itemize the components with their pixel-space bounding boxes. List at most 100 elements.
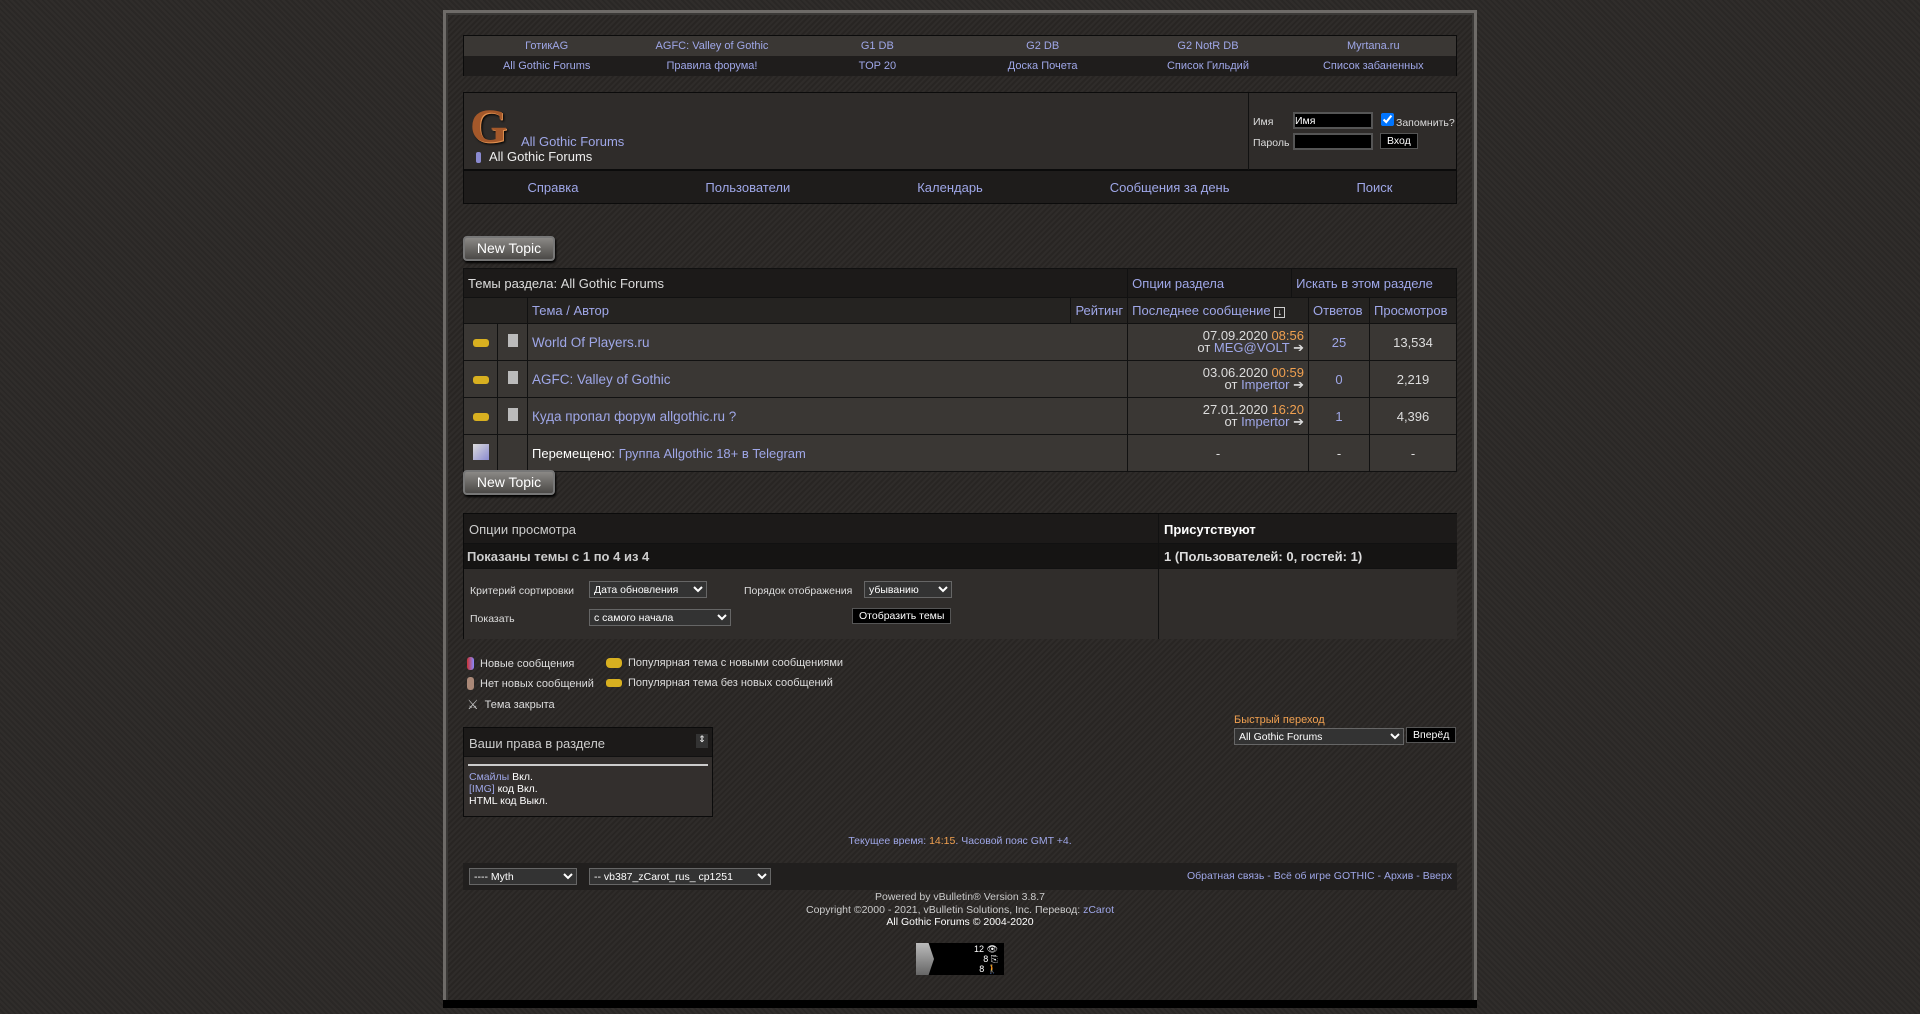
archive-link[interactable]: Архив bbox=[1384, 870, 1413, 882]
moved-prefix: Перемещено: bbox=[532, 445, 616, 461]
breadcrumb: All Gothic Forums bbox=[489, 149, 593, 164]
present-title: Присутствуют bbox=[1159, 514, 1457, 544]
thread-row: Куда пропал форум allgothic.ru ? 27.01.2… bbox=[463, 397, 1457, 435]
last-post-author[interactable]: Impertor bbox=[1241, 377, 1289, 392]
sort-select[interactable]: Дата обновления bbox=[589, 581, 707, 598]
moved-thread-title[interactable]: Группа Allgothic 18+ в Telegram bbox=[619, 446, 806, 461]
html-value: HTML код Выкл. bbox=[469, 795, 548, 807]
nav-guilds[interactable]: Список Гильдий bbox=[1125, 60, 1290, 72]
footer-bar: ---- Myth -- vb387_zCarot_rus_ cp1251 Об… bbox=[463, 863, 1457, 890]
about-gothic-link[interactable]: Всё об игре GOTHIC bbox=[1274, 870, 1375, 882]
thread-row: AGFC: Valley of Gothic 03.06.2020 00:59 о… bbox=[463, 360, 1457, 398]
thread-title[interactable]: AGFC: Valley of Gothic bbox=[526, 360, 1129, 398]
threads-title: Темы раздела: All Gothic Forums bbox=[462, 268, 1129, 298]
legend-hot-new: Популярная тема с новыми сообщениями bbox=[606, 657, 843, 669]
nav-g2db[interactable]: G2 DB bbox=[960, 40, 1125, 52]
views-count: 2,219 bbox=[1369, 360, 1457, 398]
counter-views: 12 bbox=[974, 944, 985, 954]
goto-last-post-icon[interactable]: ➔ bbox=[1293, 340, 1304, 355]
hot-thread-icon bbox=[472, 375, 489, 384]
replies-count[interactable]: 1 bbox=[1308, 397, 1370, 435]
new-topic-button[interactable]: New Topic bbox=[463, 236, 555, 261]
remember-checkbox[interactable] bbox=[1381, 113, 1394, 126]
style-select[interactable]: ---- Myth bbox=[469, 868, 577, 885]
nav-g2notr[interactable]: G2 NotR DB bbox=[1125, 40, 1290, 52]
login-button[interactable]: Вход bbox=[1380, 133, 1418, 149]
col-topic[interactable]: Тема / Автор bbox=[526, 297, 1072, 324]
no-new-posts-icon bbox=[467, 677, 474, 690]
menu-search[interactable]: Поиск bbox=[1356, 180, 1392, 195]
moved-last: - bbox=[1127, 434, 1309, 472]
goto-last-post-icon[interactable]: ➔ bbox=[1293, 377, 1304, 392]
smilies-link[interactable]: Смайлы bbox=[469, 771, 509, 783]
feedback-link[interactable]: Обратная связь bbox=[1187, 870, 1264, 882]
name-label: Имя bbox=[1253, 116, 1274, 128]
username-input[interactable] bbox=[1293, 112, 1373, 129]
nav-top20[interactable]: TOP 20 bbox=[795, 60, 960, 72]
legend-closed: ⚔ Тема закрыта bbox=[467, 697, 555, 713]
menu-calendar[interactable]: Календарь bbox=[917, 180, 983, 195]
nav-g1db[interactable]: G1 DB bbox=[795, 40, 960, 52]
logo-g-icon[interactable]: G bbox=[470, 99, 507, 154]
language-select[interactable]: -- vb387_zCarot_rus_ cp1251 bbox=[589, 868, 771, 885]
thread-title[interactable]: World Of Players.ru bbox=[526, 323, 1129, 361]
order-select[interactable]: убыванию bbox=[864, 581, 952, 598]
col-rating[interactable]: Рейтинг bbox=[1070, 297, 1129, 324]
sort-desc-icon[interactable]: ↓ bbox=[1274, 307, 1286, 318]
powered-by: Powered by vBulletin® Version 3.8.7 Copy… bbox=[463, 891, 1457, 929]
col-replies[interactable]: Ответов bbox=[1308, 297, 1370, 324]
password-input[interactable] bbox=[1293, 133, 1373, 150]
show-label: Показать bbox=[470, 613, 515, 625]
img-link[interactable]: [IMG] bbox=[469, 783, 495, 795]
smilies-value: Вкл. bbox=[512, 771, 533, 783]
logo-link[interactable]: All Gothic Forums bbox=[521, 134, 624, 149]
last-post-author[interactable]: Impertor bbox=[1241, 414, 1289, 429]
legend-closed-label: Тема закрыта bbox=[484, 699, 555, 711]
stats-icon bbox=[916, 943, 934, 975]
moved-views: - bbox=[1369, 434, 1457, 472]
nav-agfc[interactable]: AGFC: Valley of Gothic bbox=[629, 40, 794, 52]
nav-agf[interactable]: All Gothic Forums bbox=[464, 60, 629, 72]
views-count: 13,534 bbox=[1369, 323, 1457, 361]
menu-today-posts[interactable]: Сообщения за день bbox=[1110, 180, 1230, 195]
col-last-post[interactable]: Последнее сообщение bbox=[1132, 303, 1270, 318]
top-link[interactable]: Вверх bbox=[1423, 870, 1452, 882]
show-select[interactable]: с самого начала bbox=[589, 609, 731, 626]
visit-counter[interactable]: 12 👁 8 ⎘ 8 🚶 bbox=[916, 943, 1004, 975]
nav-rules[interactable]: Правила форума! bbox=[629, 60, 794, 72]
login-form: Имя Запомнить? Пароль Вход bbox=[1248, 93, 1457, 170]
moved-thread-row: Перемещено: Группа Allgothic 18+ в Teleg… bbox=[463, 434, 1457, 472]
col-views[interactable]: Просмотров bbox=[1369, 297, 1457, 324]
goto-last-post-icon[interactable]: ➔ bbox=[1293, 414, 1304, 429]
nav-gotikag[interactable]: ГотикAG bbox=[464, 40, 629, 52]
top-nav: ГотикAG AGFC: Valley of Gothic G1 DB G2 … bbox=[463, 35, 1457, 76]
nav-honor[interactable]: Доска Почета bbox=[960, 60, 1125, 72]
document-icon bbox=[507, 334, 518, 347]
rights-panel: Ваши права в разделе ⇕ Смайлы Вкл. [IMG] … bbox=[463, 727, 713, 817]
new-topic-button-bottom[interactable]: New Topic bbox=[463, 470, 555, 495]
thread-title[interactable]: Куда пропал форум allgothic.ru ? bbox=[526, 397, 1129, 435]
quick-jump-select[interactable]: All Gothic Forums bbox=[1234, 728, 1404, 745]
nav-myrtana[interactable]: Myrtana.ru bbox=[1291, 40, 1456, 52]
menu-help[interactable]: Справка bbox=[527, 180, 578, 195]
quick-jump-button[interactable]: Вперёд bbox=[1406, 727, 1457, 743]
by-label: от bbox=[1224, 414, 1238, 429]
password-label: Пароль bbox=[1253, 137, 1290, 149]
forum-options-link[interactable]: Опции раздела bbox=[1127, 268, 1293, 298]
current-time: Текущее время: 14:15. Часовой пояс GMT +… bbox=[463, 835, 1457, 847]
search-forum-link[interactable]: Искать в этом разделе bbox=[1291, 268, 1457, 298]
rights-title: Ваши права в разделе bbox=[469, 736, 606, 751]
quick-jump-label: Быстрый переход bbox=[1234, 714, 1325, 726]
translator-link[interactable]: zCarot bbox=[1083, 904, 1114, 916]
legend-hot-no-new: Популярная тема без новых сообщений bbox=[606, 677, 833, 689]
show-threads-button[interactable]: Отобразить темы bbox=[852, 608, 952, 624]
last-post-author[interactable]: MEG@VOLT bbox=[1214, 340, 1290, 355]
nav-banned[interactable]: Список забаненных bbox=[1291, 60, 1456, 72]
menu-users[interactable]: Пользователи bbox=[705, 180, 790, 195]
views-count: 4,396 bbox=[1369, 397, 1457, 435]
collapse-icon[interactable]: ⇕ bbox=[696, 734, 708, 748]
replies-count[interactable]: 0 bbox=[1308, 360, 1370, 398]
site-copyright: All Gothic Forums © 2004-2020 bbox=[886, 916, 1034, 928]
replies-count[interactable]: 25 bbox=[1308, 323, 1370, 361]
hot-no-new-icon bbox=[606, 679, 622, 687]
